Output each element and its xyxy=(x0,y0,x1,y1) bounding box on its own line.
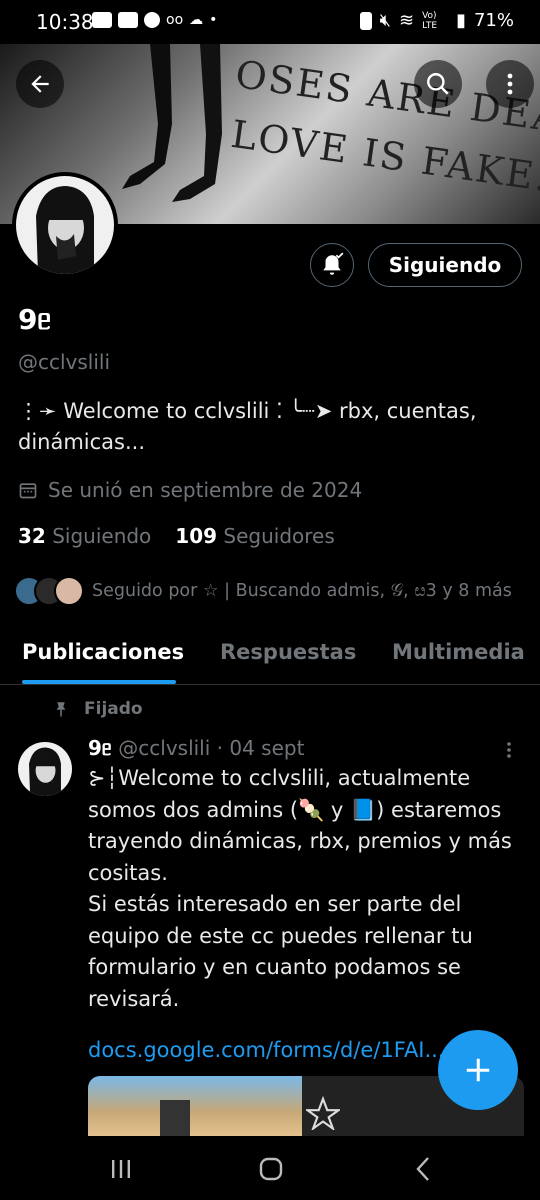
profile-avatar[interactable] xyxy=(12,172,118,278)
recent-apps-button[interactable] xyxy=(96,1152,146,1186)
followers-count: 109 xyxy=(175,524,218,548)
camera-flash-shape xyxy=(160,1100,190,1136)
post-text: ⊱┆Welcome to cclvslili, actualmente somo… xyxy=(88,766,512,1011)
tab-publicaciones[interactable]: Publicaciones xyxy=(22,640,184,664)
follow-stats: 32 Siguiendo 109 Seguidores xyxy=(18,524,335,548)
following-count: 32 xyxy=(18,524,46,548)
star-doodle-icon xyxy=(306,1096,340,1130)
back-arrow-icon xyxy=(31,75,49,93)
battery-label: 71% xyxy=(473,10,514,31)
post-link[interactable]: docs.google.com/forms/d/e/1FAI... xyxy=(88,1038,445,1062)
mute-icon: 🔇︎ xyxy=(379,10,391,31)
post-avatar-image xyxy=(18,742,72,796)
post-author-name[interactable]: 9ᥱ xyxy=(88,736,112,760)
followed-by-text: Seguido por ☆ | Buscando admis, 𝒢, ೞ3 y … xyxy=(92,581,512,601)
joined-label: Se unió en septiembre de 2024 xyxy=(48,478,363,502)
status-time: 10:38 xyxy=(36,10,94,34)
post-header: 9ᥱ @cclvslili · 04 sept xyxy=(88,736,304,760)
home-button[interactable] xyxy=(246,1152,296,1186)
back-nav-button[interactable] xyxy=(398,1152,448,1186)
following-stat[interactable]: 32 Siguiendo xyxy=(18,524,151,548)
system-icons: 🔇︎ ≋ Vo) LTE ▮ 71% xyxy=(359,10,514,31)
system-navigation-bar xyxy=(0,1138,540,1200)
recents-icon xyxy=(112,1160,130,1178)
profile-handle: @cclvslili xyxy=(18,350,111,374)
more-options-button[interactable] xyxy=(486,60,534,108)
plus-icon xyxy=(466,1058,490,1082)
pinterest-icon xyxy=(144,12,160,28)
follower-avatar-3 xyxy=(54,576,84,606)
dot-icon: • xyxy=(209,12,218,28)
notification-icons: oo ☁ • xyxy=(92,12,217,28)
joined-date: Se unió en septiembre de 2024 xyxy=(18,478,362,502)
volte-icon: Vo) LTE xyxy=(422,10,438,31)
bell-check-icon xyxy=(323,252,344,275)
following-label: Siguiendo xyxy=(52,524,152,548)
youtube-icon xyxy=(92,12,112,28)
pin-icon xyxy=(56,702,66,717)
post-date: · 04 sept xyxy=(216,736,305,760)
tab-multimedia[interactable]: Multimedia xyxy=(392,640,525,664)
post-author-handle[interactable]: @cclvslili xyxy=(118,736,210,760)
profile-bio: ⋮➛ Welcome to cclvslili ⁚ ╰┈➤ rbx, cuent… xyxy=(18,399,477,454)
post-author-avatar[interactable] xyxy=(18,742,72,796)
tab-respuestas[interactable]: Respuestas xyxy=(220,640,356,664)
avatar-image xyxy=(16,176,114,274)
wifi-icon: ≋ xyxy=(398,10,415,31)
more-vertical-icon xyxy=(507,73,513,95)
following-button[interactable]: Siguiendo xyxy=(368,243,522,287)
youtube-icon-2 xyxy=(118,12,138,28)
profile-name: 9ᥱ xyxy=(18,303,52,336)
calendar-icon xyxy=(19,483,37,499)
status-bar: 10:38 oo ☁ • 🔇︎ ≋ Vo) LTE ▮ 71% xyxy=(0,0,540,44)
profile-tabs: Publicaciones Respuestas Multimedia xyxy=(0,638,540,685)
followers-label: Seguidores xyxy=(223,524,335,548)
battery-saver-icon xyxy=(359,11,372,30)
search-button[interactable] xyxy=(414,60,462,108)
voicemail-icon: oo xyxy=(166,12,184,28)
weather-icon: ☁ xyxy=(189,12,204,28)
media-image-1[interactable] xyxy=(88,1076,302,1136)
back-button[interactable] xyxy=(16,60,64,108)
post-more-button[interactable] xyxy=(506,740,512,764)
home-icon xyxy=(259,1157,283,1181)
followers-stat[interactable]: 109 Seguidores xyxy=(175,524,334,548)
more-vertical-icon xyxy=(507,742,511,758)
active-tab-indicator xyxy=(22,680,176,684)
followed-by-row[interactable]: Seguido por ☆ | Buscando admis, 𝒢, ೞ3 y … xyxy=(14,576,512,606)
pinned-label: Fijado xyxy=(84,699,143,719)
search-icon xyxy=(427,73,449,95)
notifications-bell-button[interactable] xyxy=(310,243,354,287)
pinned-indicator: Fijado xyxy=(52,699,143,719)
chevron-left-icon xyxy=(416,1157,429,1181)
compose-post-button[interactable] xyxy=(438,1030,518,1110)
signal-icon: ▮ xyxy=(456,10,466,31)
